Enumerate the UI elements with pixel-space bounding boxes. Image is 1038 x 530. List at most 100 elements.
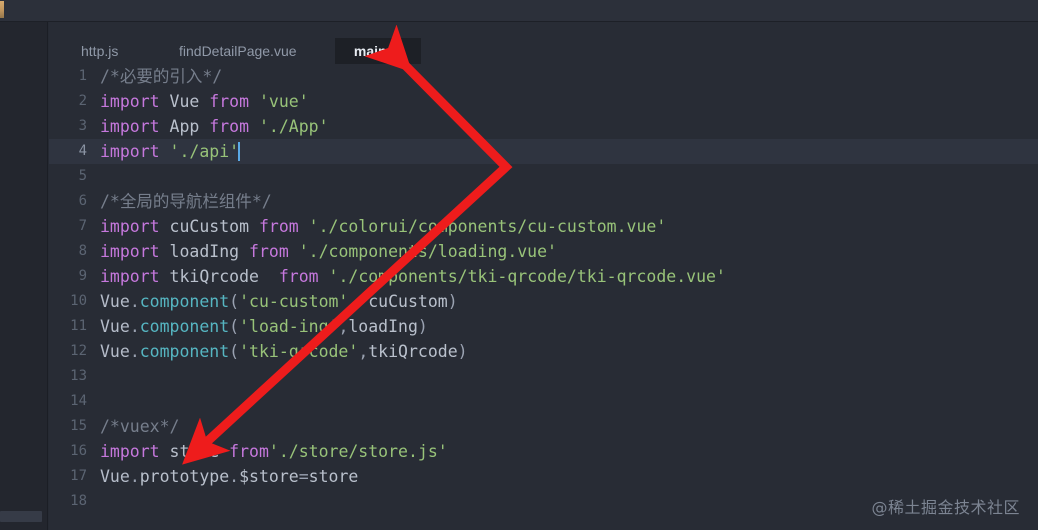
token-str: './store/store.js' <box>268 442 448 461</box>
line-number: 8 <box>78 243 87 259</box>
token-str: 'tki-qrcode' <box>239 342 359 361</box>
token-k: import <box>100 117 160 136</box>
line-number: 18 <box>70 493 87 509</box>
code-line[interactable]: 4 import './api' <box>49 139 1038 164</box>
token-obj: Vue <box>100 342 130 361</box>
token-k: import <box>100 242 160 261</box>
token-k: from <box>229 442 269 461</box>
token-id <box>249 117 259 136</box>
tab-main-js[interactable]: main.js <box>335 38 421 64</box>
token-pun: , <box>348 292 369 311</box>
code-text: Vue.component('load-ing',loadIng) <box>100 314 428 339</box>
code-text: import loadIng from './components/loadin… <box>100 239 557 264</box>
token-pun: . <box>229 467 240 486</box>
token-k: from <box>249 242 289 261</box>
code-text: import cuCustom from './colorui/componen… <box>100 214 666 239</box>
token-pun: , <box>358 342 369 361</box>
code-content[interactable]: 1 /*必要的引入*/ 2 import Vue from 'vue' 3 import … <box>49 64 1038 530</box>
code-line[interactable]: 12 Vue.component('tki-qrcode',tkiQrcode) <box>49 339 1038 364</box>
token-k: import <box>100 267 160 286</box>
edge-glyph-icon <box>0 1 4 18</box>
token-pun: ( <box>229 292 240 311</box>
token-id <box>249 92 259 111</box>
token-k: import <box>100 442 160 461</box>
token-pun: ( <box>229 317 240 336</box>
token-id: cuCustom <box>159 217 259 236</box>
tab-http-js[interactable]: http.js <box>69 38 130 64</box>
code-text: /*全局的导航栏组件*/ <box>100 189 272 214</box>
token-k: from <box>258 217 299 236</box>
token-str: 'cu-custom' <box>239 292 349 311</box>
editor-tab-bar: http.js findDetailPage.vue main.js <box>49 22 1038 64</box>
activity-sidebar[interactable] <box>0 22 48 530</box>
code-line[interactable]: 1 /*必要的引入*/ <box>49 64 1038 89</box>
token-str: './components/loading.vue' <box>298 242 557 261</box>
token-id: $store <box>239 467 299 486</box>
text-cursor <box>238 142 241 161</box>
code-text: /*vuex*/ <box>100 414 179 439</box>
line-number: 11 <box>70 318 87 334</box>
sidebar-scrollbar[interactable] <box>0 511 42 522</box>
code-line[interactable]: 7 import cuCustom from './colorui/compone… <box>49 214 1038 239</box>
token-cmt: /*vuex*/ <box>100 417 180 436</box>
code-text: Vue.component('cu-custom', cuCustom) <box>100 289 458 314</box>
token-pun: ( <box>229 342 240 361</box>
code-text: Vue.component('tki-qrcode',tkiQrcode) <box>100 339 468 364</box>
line-number: 15 <box>70 418 87 434</box>
token-pun: ) <box>457 342 468 361</box>
token-fn: component <box>139 342 230 361</box>
token-id: loadIng <box>159 242 250 261</box>
code-line[interactable]: 16 import store from'./store/store.js' <box>49 439 1038 464</box>
token-fn: component <box>139 292 230 311</box>
code-line[interactable]: 5 <box>49 164 1038 189</box>
line-number: 2 <box>78 93 87 109</box>
code-line[interactable]: 15 /*vuex*/ <box>49 414 1038 439</box>
token-k: from <box>209 117 250 136</box>
token-str: 'load-ing' <box>239 317 339 336</box>
token-id: cuCustom <box>368 292 448 311</box>
code-line[interactable]: 9 import tkiQrcode from './components/tki… <box>49 264 1038 289</box>
token-id: prototype <box>139 467 230 486</box>
code-line[interactable]: 8 import loadIng from './components/loadi… <box>49 239 1038 264</box>
token-k: import <box>100 142 160 161</box>
code-line[interactable]: 10 Vue.component('cu-custom', cuCustom) <box>49 289 1038 314</box>
token-id: tkiQrcode <box>368 342 458 361</box>
line-number: 16 <box>70 443 87 459</box>
editor-pane: http.js findDetailPage.vue main.js 1 /*必要… <box>49 22 1038 530</box>
token-op: = <box>298 467 309 486</box>
token-pun: , <box>338 317 349 336</box>
line-number: 7 <box>78 218 87 234</box>
token-id: loadIng <box>348 317 418 336</box>
title-bar <box>0 0 1038 22</box>
line-number: 12 <box>70 343 87 359</box>
watermark-text: @稀土掘金技术社区 <box>871 498 1020 517</box>
token-id: Vue <box>159 92 210 111</box>
code-line[interactable]: 11 Vue.component('load-ing',loadIng) <box>49 314 1038 339</box>
code-line[interactable]: 14 <box>49 389 1038 414</box>
token-k: import <box>100 92 160 111</box>
token-obj: Vue <box>100 317 130 336</box>
token-pun: . <box>129 342 140 361</box>
code-text: Vue.prototype.$store=store <box>100 464 358 489</box>
token-str: './App' <box>258 117 329 136</box>
token-id: store <box>159 442 230 461</box>
token-str: 'vue' <box>258 92 309 111</box>
code-text: import Vue from 'vue' <box>100 89 309 114</box>
code-line[interactable]: 17 Vue.prototype.$store=store <box>49 464 1038 489</box>
code-line[interactable]: 2 import Vue from 'vue' <box>49 89 1038 114</box>
token-id <box>319 267 329 286</box>
token-obj: Vue <box>100 292 130 311</box>
code-line[interactable]: 6 /*全局的导航栏组件*/ <box>49 189 1038 214</box>
tab-finddetailpage-vue[interactable]: findDetailPage.vue <box>167 38 309 64</box>
code-line[interactable]: 3 import App from './App' <box>49 114 1038 139</box>
code-text: import './api' <box>100 139 241 164</box>
code-line[interactable]: 13 <box>49 364 1038 389</box>
code-text: import App from './App' <box>100 114 329 139</box>
line-number: 9 <box>78 268 87 284</box>
token-pun: ) <box>447 292 458 311</box>
token-cmt: /*必要的引入*/ <box>100 67 223 86</box>
token-fn: component <box>139 317 230 336</box>
token-str: './colorui/components/cu-custom.vue' <box>308 217 667 236</box>
token-str: './api' <box>169 142 240 161</box>
token-pun: ) <box>417 317 428 336</box>
